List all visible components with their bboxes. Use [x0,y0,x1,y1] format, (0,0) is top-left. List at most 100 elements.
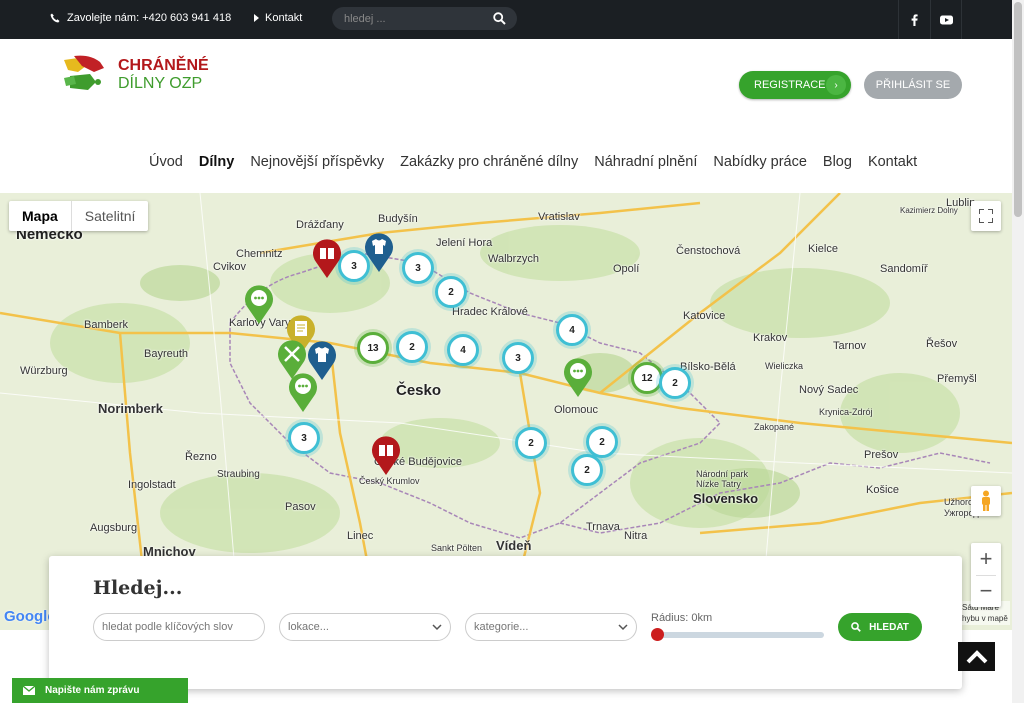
facebook-link[interactable] [898,0,930,39]
map-label-wurzburg: Würzburg [20,365,68,377]
map-cluster[interactable]: 2 [586,426,618,458]
map-cluster[interactable]: 12 [631,362,663,394]
youtube-link[interactable] [930,0,962,39]
map-label-viden: Vídeň [496,538,532,553]
chat-widget[interactable]: Napište nám zprávu [12,678,188,703]
map-label-krynica: Krynica-Zdrój [819,407,873,417]
map-pin-shirt[interactable] [363,231,395,273]
category-select[interactable]: kategorie... [465,613,637,641]
map-label-opole: Opolí [613,263,640,275]
page-scrollbar[interactable] [1012,0,1024,703]
map-label-budysin: Budyšín [378,213,418,225]
category-value: kategorie... [474,621,529,633]
map-label-kosice: Košice [866,484,900,496]
location-select[interactable]: lokace... [279,613,451,641]
map-cluster[interactable]: 3 [502,342,534,374]
map-label-bamberk: Bamberk [84,319,129,331]
map-label-kielce: Kielce [808,243,838,255]
phone-info[interactable]: Zavolejte nám: +420 603 941 418 [50,12,231,24]
map-label-bayreuth: Bayreuth [144,348,189,360]
map-label-trnava: Trnava [586,521,620,533]
radius-slider-handle[interactable] [651,628,664,641]
map-cluster[interactable]: 4 [556,314,588,346]
map-label-straubing: Straubing [217,469,260,480]
map-pin-gift[interactable] [311,237,343,279]
nav-item-nejnovejsi[interactable]: Nejnovější příspěvky [250,154,384,170]
map-label-slovensko: Slovensko [693,491,759,506]
map-cluster[interactable]: 3 [288,422,320,454]
map-cluster[interactable]: 2 [435,276,467,308]
map-label-zakopane: Zakopané [754,422,795,432]
map-label-olomouc: Olomouc [554,404,599,416]
top-bar: Zavolejte nám: +420 603 941 418 Kontakt [0,0,1012,39]
logo-hands-icon [64,55,104,90]
logo-line-1: CHRÁNĚNÉ [118,57,209,74]
map-label-norimberk: Norimberk [98,401,164,416]
map-label-narodnipark: Národní park Nízke Tatry [696,469,749,489]
back-to-top-button[interactable] [958,642,995,671]
top-search [332,7,517,30]
map-label-augsburg: Augsburg [90,522,138,534]
map-label-ingolstadt: Ingolstadt [128,479,176,491]
map-label-hradec: Hradec Králové [452,306,528,318]
search-icon[interactable] [493,12,506,25]
map-label-sanktpolten: Sankt Pölten [431,543,483,553]
map-label-wieliczka: Wieliczka [765,361,804,371]
map-pin-chat[interactable] [562,356,594,398]
map-cluster[interactable]: 3 [402,252,434,284]
map-type-satellite[interactable]: Satelitní [70,201,149,231]
register-label: REGISTRACE [754,79,826,91]
map-cluster[interactable]: 2 [659,367,691,399]
contact-link-label: Kontakt [265,12,303,24]
top-search-input[interactable] [344,11,484,26]
map-label-rezno: Řezno [185,451,217,463]
nav-item-uvod[interactable]: Úvod [149,154,183,170]
search-title: Hledej... [93,577,183,599]
map-label-krakov: Krakov [753,332,788,344]
map-label-vratislav: Vratislav [538,211,580,223]
map-type-map[interactable]: Mapa [9,201,71,231]
keywords-input[interactable]: hledat podle klíčových slov [93,613,265,641]
map-cluster[interactable]: 4 [447,334,479,366]
nav-item-nahradni-plneni[interactable]: Náhradní plnění [594,154,697,170]
map-cluster[interactable]: 13 [357,332,389,364]
map-pin-chat[interactable] [287,371,319,413]
map-credit-line-2[interactable]: hybu v mapě [962,613,1008,624]
radius-label-text: Rádius: [651,612,689,624]
map-cluster[interactable]: 2 [515,427,547,459]
map-label-premysl: Přemyšl [937,373,977,385]
map-label-katowice: Katovice [683,310,726,322]
chat-label: Napište nám zprávu [45,685,140,696]
nav-item-dilny[interactable]: Dílny [199,154,234,170]
map-pin-gift[interactable] [370,434,402,476]
map-cluster[interactable]: 2 [396,331,428,363]
pegman-icon [982,490,990,511]
map-cluster[interactable]: 2 [571,454,603,486]
search-button[interactable]: HLEDAT [838,613,922,641]
map-label-cvikov: Cvikov [213,261,247,273]
fullscreen-button[interactable] [971,201,1001,231]
zoom-control: + − [971,543,1001,607]
nav-item-nabidky-prace[interactable]: Nabídky práce [713,154,807,170]
fullscreen-icon [979,209,993,223]
map-label-walbrzych: Walbrzych [488,253,539,265]
map-label-presov: Prešov [864,449,899,461]
map-label-nitra: Nitra [624,530,648,542]
zoom-out-button[interactable]: − [971,575,1001,607]
nav-item-kontakt[interactable]: Kontakt [868,154,917,170]
chevron-down-icon [432,624,442,631]
street-view-button[interactable] [971,486,1001,516]
map-pin-chat[interactable] [243,283,275,325]
map-label-pasov: Pasov [285,501,316,513]
login-button[interactable]: PŘIHLÁSIT SE [864,71,962,99]
site-logo[interactable]: CHRÁNĚNÉ DÍLNY OZP [60,54,209,96]
scrollbar-thumb[interactable] [1014,2,1022,217]
radius-slider[interactable] [651,628,824,641]
nav-item-zakazky[interactable]: Zakázky pro chráněné dílny [400,154,578,170]
contact-link[interactable]: Kontakt [254,12,302,24]
map-label-novysadec: Nový Sadec [799,384,859,396]
chevron-right-icon: › [826,75,846,95]
zoom-in-button[interactable]: + [971,543,1001,575]
nav-item-blog[interactable]: Blog [823,154,852,170]
register-button[interactable]: REGISTRACE › [739,71,851,99]
